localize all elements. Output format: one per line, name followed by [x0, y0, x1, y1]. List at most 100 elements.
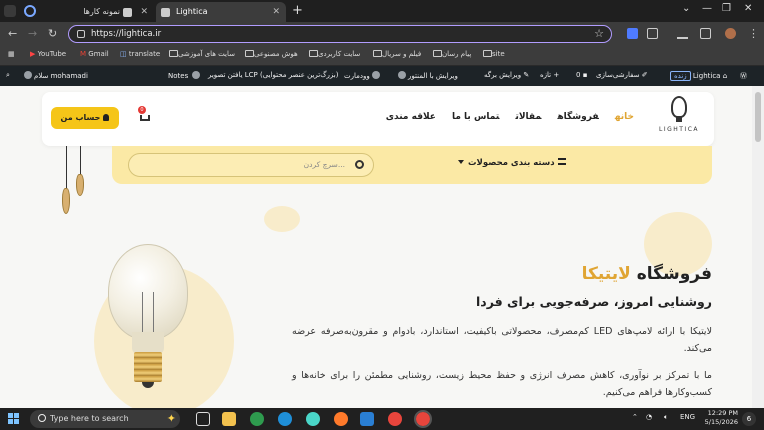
comments-link[interactable]: 0 ▪ [576, 71, 587, 79]
wp-admin-bar: ⌕ سلام mohamadi Notes یافتن تصویر LCP (ب… [0, 66, 764, 86]
close-tab-icon[interactable]: ✕ [140, 2, 148, 22]
user-avatar-icon [24, 71, 32, 79]
nav-home[interactable]: خانه [615, 112, 634, 122]
bookmark-gmail[interactable]: M Gmail [80, 50, 109, 58]
customize-link[interactable]: سفارشی‌سازی ✐ [596, 71, 648, 79]
edge-browser-icon[interactable] [278, 412, 292, 426]
close-window-icon[interactable]: ✕ [744, 3, 752, 14]
tab-portfolio[interactable]: نمونه کارها ✕ [46, 2, 154, 22]
url-text: https://lightica.ir [91, 29, 162, 39]
woodmart-icon [371, 71, 380, 79]
extension-icon[interactable] [627, 28, 638, 39]
account-greeting[interactable]: سلام mohamadi [22, 71, 88, 80]
bookmark-folder-ai[interactable]: هوش مصنوعی [242, 50, 298, 58]
tray-chevron-icon[interactable]: ⌃ [632, 413, 638, 421]
more-menu-icon[interactable]: ⋮ [748, 27, 759, 40]
windows-start-icon[interactable] [8, 413, 20, 425]
bookmark-folder-messengers[interactable]: پیام رسان [430, 50, 471, 58]
network-icon[interactable]: ◔ [646, 413, 652, 421]
chrome-active-icon[interactable] [414, 410, 432, 428]
hanging-lamp-icon [76, 174, 84, 196]
logo-bulb-icon [671, 96, 687, 122]
page-scrollbar[interactable] [752, 86, 764, 408]
bookmark-translate[interactable]: ◫ translate [120, 50, 160, 58]
browser-menu-icon[interactable] [4, 5, 16, 17]
nav-shop[interactable]: فروشگاه [557, 112, 598, 122]
wordpress-logo-icon[interactable]: Ⓦ [740, 71, 747, 81]
tab-title: نمونه کارها [83, 7, 120, 16]
search-icon[interactable] [355, 160, 364, 169]
vscode-icon[interactable] [360, 412, 374, 426]
edit-elementor-link[interactable]: ویرایش با المنتور [396, 71, 458, 80]
cart-button[interactable]: 0 [138, 106, 152, 124]
live-badge: زنده [670, 71, 691, 81]
hero-title: فروشگاه لایتیکا [581, 264, 712, 284]
search-icon[interactable]: ⌕ [6, 71, 10, 80]
notes-link[interactable]: Notes [168, 71, 202, 80]
bookmark-folder-useful[interactable]: سایت کاربردی [306, 50, 360, 58]
user-icon [103, 114, 110, 121]
taskbar-search-input[interactable]: Type here to search ✦ [30, 410, 180, 428]
address-bar[interactable]: https://lightica.ir ☆ [68, 25, 612, 43]
tab-title: Lightica [176, 7, 208, 16]
back-icon[interactable]: ← [8, 27, 17, 40]
tab-lightica[interactable]: Lightica ✕ [156, 2, 286, 22]
maximize-icon[interactable]: ❐ [722, 3, 731, 14]
app-icon[interactable] [306, 412, 320, 426]
nav-articles[interactable]: مقالات [515, 112, 541, 122]
site-logo[interactable]: LIGHTICA [654, 96, 704, 142]
close-tab-icon[interactable]: ✕ [272, 2, 280, 22]
search-placeholder: سرچ کردن... [303, 160, 345, 169]
minimize-icon[interactable]: — [702, 3, 712, 14]
reload-icon[interactable]: ↻ [48, 27, 57, 40]
site-info-icon[interactable] [77, 30, 85, 38]
new-content-link[interactable]: تازه + [540, 71, 559, 79]
app-icon[interactable] [250, 412, 264, 426]
volume-icon[interactable]: 🔈︎ [664, 413, 668, 422]
scrollbar-thumb[interactable] [755, 92, 761, 142]
elementor-icon [398, 71, 406, 79]
apps-grid-icon[interactable]: ▦ [8, 50, 15, 58]
search-icon [38, 414, 46, 422]
lamp-cord [66, 146, 67, 190]
edit-page-link[interactable]: ویرایش برگه ✎ [484, 71, 529, 79]
language-indicator[interactable]: ENG [680, 413, 695, 421]
bookmark-folder-movies[interactable]: فیلم و سریال [370, 50, 421, 58]
nav-wishlist[interactable]: علاقه مندی [386, 112, 436, 122]
bookmark-youtube[interactable]: ▶ YouTube [30, 50, 66, 58]
page-content: LIGHTICA خانه فروشگاه مقالات تماس با ما علاق… [0, 86, 752, 408]
lcp-link[interactable]: یافتن تصویر LCP (بزرگ‌ترین عنصر محتوایی) [208, 71, 338, 79]
new-tab-icon[interactable]: + [292, 3, 303, 18]
notification-badge[interactable]: 6 [742, 412, 756, 426]
product-categories-menu[interactable]: دسته بندی محصولات [458, 158, 566, 168]
pencil-icon: ✎ [523, 71, 530, 79]
download-icon[interactable] [677, 28, 688, 39]
nav-contact[interactable]: تماس با ما [452, 112, 499, 122]
browser-tab-bar: نمونه کارها ✕ Lightica ✕ + ⌄ — ❐ ✕ [0, 0, 764, 22]
avatar[interactable] [725, 28, 736, 39]
bookmark-folder-site[interactable]: site [480, 50, 505, 58]
file-explorer-icon[interactable] [222, 412, 236, 426]
my-account-button[interactable]: حساب من [51, 107, 119, 129]
bookmark-folder-education[interactable]: سایت های آموزشی [166, 50, 235, 58]
firefox-icon[interactable] [334, 412, 348, 426]
site-header: LIGHTICA خانه فروشگاه مقالات تماس با ما علاق… [42, 92, 714, 146]
search-band: سرچ کردن... دسته بندی محصولات [112, 146, 712, 184]
woodmart-link[interactable]: وودمارت [344, 71, 382, 80]
hero-paragraph-2: ما با تمرکز بر نوآوری، کاهش مصرف انرژی و… [292, 370, 712, 398]
brush-icon: ✐ [641, 71, 648, 79]
window-dropdown-icon[interactable]: ⌄ [682, 3, 690, 14]
hero-paragraph-1: لایتیکا با ارائه لامپ‌های LED کم‌مصرف، م… [292, 326, 712, 354]
product-search-input[interactable]: سرچ کردن... [128, 153, 374, 177]
taskbar-clock[interactable]: 12:29 PM 5/15/2026 [700, 409, 738, 427]
extensions-puzzle-icon[interactable] [647, 28, 658, 39]
bookmark-star-icon[interactable]: ☆ [594, 27, 604, 40]
site-name-link[interactable]: زنده Lightica ⌂ [670, 71, 727, 81]
forward-icon[interactable]: → [28, 27, 37, 40]
chrome-icon[interactable] [388, 412, 402, 426]
task-view-icon[interactable] [196, 412, 210, 426]
tab-search-icon[interactable] [24, 5, 36, 17]
decor-circle [264, 206, 300, 232]
split-view-icon[interactable] [700, 28, 711, 39]
tab-favicon-icon [161, 8, 170, 17]
